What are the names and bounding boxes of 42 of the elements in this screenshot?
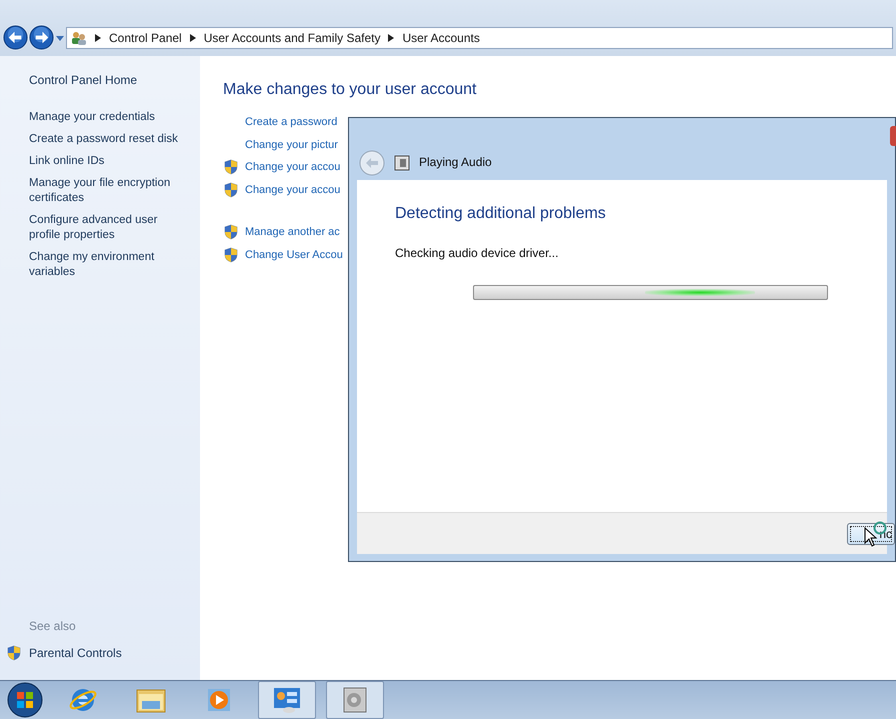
sidebar-link[interactable]: Control Panel Home: [0, 71, 200, 89]
sidebar-link[interactable]: Manage your file encryption certificates: [29, 176, 192, 206]
dialog-heading: Detecting additional problems: [395, 204, 607, 224]
breadcrumb[interactable]: User Accounts: [402, 29, 480, 47]
speaker-window-icon: [394, 155, 410, 171]
forward-button[interactable]: [29, 25, 54, 50]
address-field[interactable]: Control Panel User Accounts and Family Safety User Accounts: [66, 27, 893, 49]
shield-icon: [223, 246, 239, 263]
sidebar-link[interactable]: Manage your credentials: [29, 110, 192, 125]
users-icon: [71, 30, 87, 46]
shield-icon: [223, 159, 239, 176]
breadcrumb[interactable]: User Accounts and Family Safety: [204, 29, 380, 47]
chevron-icon[interactable]: [95, 34, 101, 42]
task-link[interactable]: Manage another ac: [245, 224, 340, 240]
task-link[interactable]: Change your accou: [245, 182, 340, 198]
chevron-icon[interactable]: [190, 34, 196, 42]
back-button[interactable]: [3, 25, 28, 50]
sidebar-link[interactable]: Configure advanced user profile properties: [29, 213, 192, 243]
dialog-title: Playing Audio: [419, 154, 492, 171]
cursor-icon: [864, 527, 878, 547]
breadcrumb[interactable]: Control Panel: [109, 29, 182, 47]
task-link[interactable]: Change your accou: [245, 159, 340, 176]
sidebar-link[interactable]: Change my environment variables: [29, 250, 192, 280]
status-text: Checking audio device driver...: [395, 245, 560, 262]
play-icon: [205, 686, 233, 714]
task-link[interactable]: Change User Accou: [245, 246, 343, 263]
task-link[interactable]: Create a password: [245, 114, 338, 130]
sidebar-link[interactable]: Link online IDs: [29, 154, 192, 169]
taskbar-button[interactable]: [326, 681, 384, 719]
sidebar-link[interactable]: Parental Controls: [29, 644, 122, 662]
see-also-label: See also: [28, 618, 77, 635]
shield-icon: [223, 224, 239, 240]
chevron-icon[interactable]: [388, 34, 394, 42]
shield-icon: [6, 645, 22, 661]
page-heading: Make changes to your user account: [223, 80, 478, 100]
task-link[interactable]: Change your pictur: [245, 136, 338, 153]
control-panel-icon: [271, 685, 303, 715]
dropdown-icon[interactable]: [55, 33, 65, 43]
start-button[interactable]: [6, 681, 44, 719]
shield-icon: [223, 182, 239, 198]
sidebar-link[interactable]: Create a password reset disk: [29, 132, 192, 147]
taskbar-button[interactable]: [258, 681, 316, 719]
